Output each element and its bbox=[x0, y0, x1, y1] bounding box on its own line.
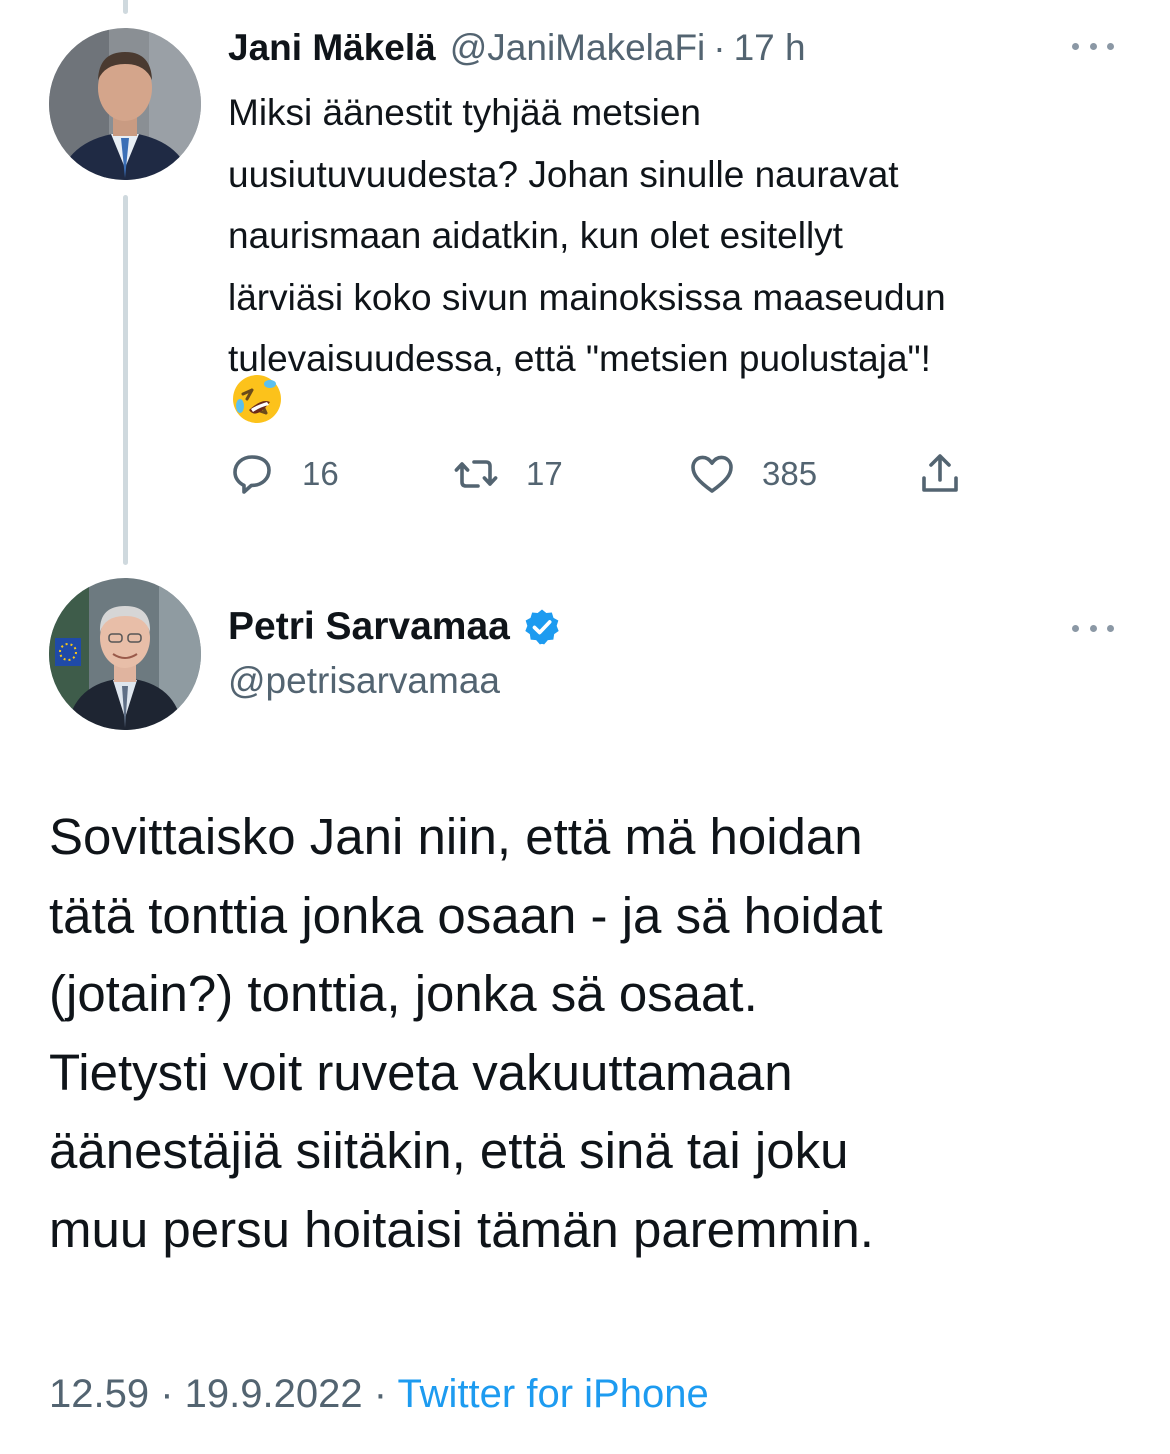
separator: · bbox=[362, 1372, 398, 1416]
author-name[interactable]: Jani Mäkelä bbox=[228, 27, 436, 69]
more-icon[interactable] bbox=[1070, 36, 1116, 56]
like-count: 385 bbox=[762, 455, 818, 492]
tweet-date[interactable]: 19.9.2022 bbox=[185, 1372, 363, 1416]
tweet1-header: Jani Mäkelä @JaniMakelaFi · 17 h bbox=[228, 24, 806, 72]
avatar-petri-sarvamaa[interactable] bbox=[49, 578, 201, 730]
reply-icon bbox=[233, 455, 271, 494]
heart-icon bbox=[691, 455, 733, 493]
tweet-source-link[interactable]: Twitter for iPhone bbox=[397, 1372, 708, 1416]
separator: · bbox=[713, 27, 726, 68]
verified-badge-icon bbox=[525, 609, 559, 645]
tweet1-actions: 16 17 385 bbox=[228, 446, 988, 502]
author-handle[interactable]: @JaniMakelaFi bbox=[450, 27, 706, 69]
more-icon[interactable] bbox=[1070, 618, 1116, 638]
tweet2-text: Sovittaisko Jani niin, että mä hoidan tä… bbox=[49, 808, 883, 1258]
like-button[interactable]: 385 bbox=[688, 446, 817, 502]
tweet2-meta: 12.59 · 19.9.2022 · Twitter for iPhone bbox=[49, 1372, 709, 1417]
reply-button[interactable]: 16 bbox=[228, 446, 339, 502]
thread-line-top bbox=[123, 0, 128, 14]
tweet-time[interactable]: 12.59 bbox=[49, 1372, 149, 1416]
avatar-jani-makela[interactable] bbox=[49, 28, 201, 180]
retweet-count: 17 bbox=[526, 455, 563, 492]
thread-line bbox=[123, 195, 128, 565]
share-button[interactable] bbox=[916, 446, 964, 502]
retweet-button[interactable]: 17 bbox=[452, 446, 563, 502]
rolling-laughing-emoji bbox=[233, 375, 281, 423]
share-icon bbox=[922, 454, 958, 492]
retweet-icon bbox=[454, 460, 498, 488]
tweet1-text: Miksi äänestit tyhjää metsien uusiutuvuu… bbox=[228, 92, 946, 379]
reply-count: 16 bbox=[302, 455, 339, 492]
author-display-name[interactable]: Petri Sarvamaa bbox=[228, 605, 510, 649]
tweet-time[interactable]: 17 h bbox=[734, 27, 806, 69]
author-name[interactable]: Petri Sarvamaa bbox=[228, 602, 562, 652]
author-handle[interactable]: @petrisarvamaa bbox=[228, 660, 500, 702]
separator: · bbox=[149, 1372, 185, 1416]
tweet-thread: Jani Mäkelä @JaniMakelaFi · 17 h Miksi ä… bbox=[0, 0, 1170, 1454]
